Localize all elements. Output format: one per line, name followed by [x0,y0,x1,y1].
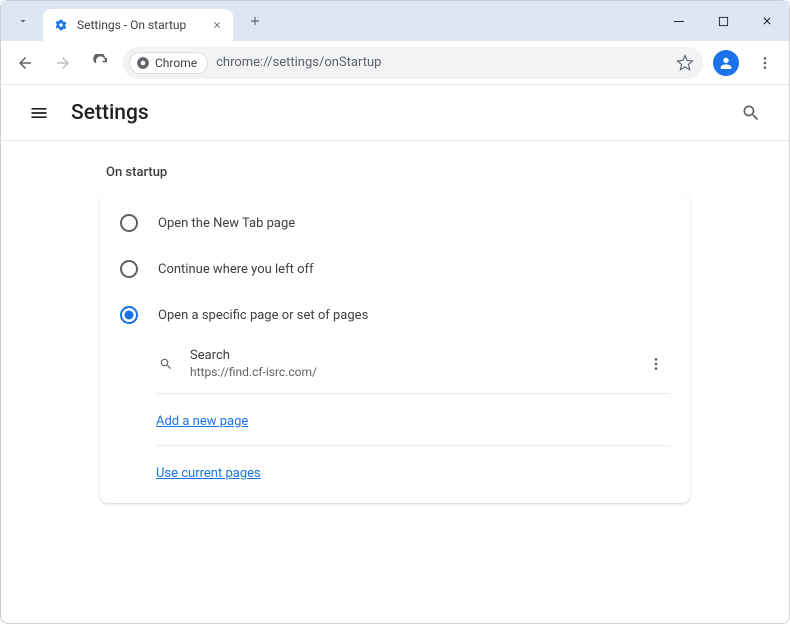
radio-icon [120,260,138,278]
chevron-down-icon [17,15,29,27]
close-icon [761,15,773,27]
more-vert-icon [648,356,664,372]
hamburger-icon [29,103,49,123]
search-settings-button[interactable] [733,95,769,131]
settings-main: On startup Open the New Tab page Continu… [1,141,789,543]
magnifier-icon [156,357,176,371]
add-new-page-link[interactable]: Add a new page [156,414,248,429]
plus-icon [248,14,262,28]
settings-header: Settings [1,85,789,141]
radio-icon [120,214,138,232]
radio-option-specific-pages[interactable]: Open a specific page or set of pages [100,292,690,338]
arrow-left-icon [16,54,34,72]
person-icon [718,55,734,71]
browser-menu-button[interactable] [749,47,781,79]
radio-option-continue[interactable]: Continue where you left off [100,246,690,292]
page-url: https://find.cf-isrc.com/ [190,365,642,379]
startup-card: Open the New Tab page Continue where you… [100,194,690,503]
browser-tab[interactable]: Settings - On startup [43,9,233,41]
page-name: Search [190,348,642,363]
close-window-button[interactable] [745,1,789,41]
startup-page-row: Search https://find.cf-isrc.com/ [156,338,670,394]
bookmark-button[interactable] [671,49,699,77]
tab-close-button[interactable] [209,17,225,33]
maximize-icon [718,16,729,27]
chrome-icon [136,56,150,70]
browser-toolbar: Chrome chrome://settings/onStartup [1,41,789,85]
minimize-icon [673,15,685,27]
star-icon [676,54,694,72]
radio-label: Open the New Tab page [158,216,295,231]
forward-button[interactable] [47,47,79,79]
minimize-button[interactable] [657,1,701,41]
profile-avatar[interactable] [713,50,739,76]
window-controls [657,1,789,41]
page-title: Settings [71,101,149,125]
radio-option-new-tab[interactable]: Open the New Tab page [100,200,690,246]
page-more-button[interactable] [642,350,670,378]
radio-label: Open a specific page or set of pages [158,308,368,323]
use-current-pages-link[interactable]: Use current pages [156,466,261,481]
section-title: On startup [106,165,690,180]
reload-icon [92,54,110,72]
specific-pages-block: Search https://find.cf-isrc.com/ Add a n… [156,338,670,497]
omnibox[interactable]: Chrome chrome://settings/onStartup [123,47,703,79]
tab-search-dropdown[interactable] [9,7,37,35]
use-current-row: Use current pages [156,446,670,497]
arrow-right-icon [54,54,72,72]
tab-title: Settings - On startup [77,18,209,32]
omnibox-url: chrome://settings/onStartup [216,55,663,70]
radio-label: Continue where you left off [158,262,314,277]
close-icon [212,20,222,30]
maximize-button[interactable] [701,1,745,41]
add-page-row: Add a new page [156,394,670,446]
settings-menu-button[interactable] [21,95,57,131]
chip-label: Chrome [155,56,197,70]
on-startup-panel: On startup Open the New Tab page Continu… [100,165,690,503]
reload-button[interactable] [85,47,117,79]
new-tab-button[interactable] [241,7,269,35]
titlebar: Settings - On startup [1,1,789,41]
page-info: Search https://find.cf-isrc.com/ [190,348,642,379]
gear-icon [53,17,69,33]
back-button[interactable] [9,47,41,79]
more-vert-icon [757,55,773,71]
search-icon [741,103,761,123]
radio-icon [120,306,138,324]
site-chip[interactable]: Chrome [129,52,208,74]
